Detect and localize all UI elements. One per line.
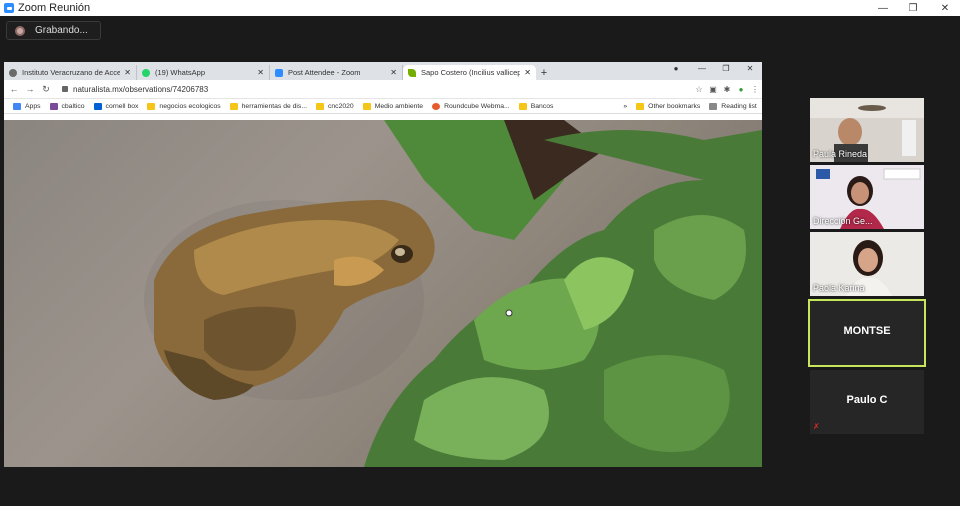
participant-name: Paulo C	[846, 394, 888, 406]
bookmark-label: Roundcube Webma...	[444, 102, 510, 110]
folder-icon	[362, 102, 371, 110]
folder-icon	[229, 102, 238, 110]
reading-list-icon	[709, 102, 718, 110]
tab-title: Sapo Costero (Incilius valliceps)	[421, 68, 521, 77]
close-tab-icon[interactable]: ✕	[257, 68, 264, 77]
tab-title: Instituto Veracruzano de Acceso	[22, 68, 121, 77]
bookmark-label: Medio ambiente	[374, 102, 424, 110]
browser-close-icon[interactable]: ✕	[740, 64, 760, 73]
roundcube-icon	[432, 102, 441, 110]
participant-tile-active-speaker[interactable]: MONTSE	[808, 299, 926, 367]
profile-icon[interactable]: ●	[734, 85, 748, 94]
more-bookmarks-icon[interactable]: »	[623, 103, 627, 110]
recording-icon	[15, 25, 25, 36]
bookmark-label: cbaltico	[61, 102, 85, 110]
address-url: naturalista.mx/observations/74206783	[73, 84, 209, 94]
close-tab-icon[interactable]: ✕	[390, 68, 397, 77]
back-icon[interactable]: ←	[8, 84, 20, 94]
participant-name: Paola Karina	[813, 283, 865, 293]
bookmark-folder[interactable]: Medio ambiente	[362, 102, 424, 110]
forward-icon[interactable]: →	[24, 84, 36, 94]
observation-photo	[4, 120, 762, 467]
participant-tile[interactable]: Dirección Ge...	[810, 165, 924, 229]
tab-title: Post Attendee - Zoom	[288, 68, 361, 77]
bookmark-item[interactable]: cornell box	[93, 102, 139, 110]
restore-button[interactable]: ❐	[898, 0, 928, 16]
recording-label: Grabando...	[35, 25, 88, 36]
bookmark-label: negocios ecologicos	[159, 102, 221, 110]
participant-name: Dirección Ge...	[813, 216, 873, 226]
bookmark-label: cornell box	[105, 102, 139, 110]
browser-tab[interactable]: (19) WhatsApp ✕	[137, 65, 270, 80]
folder-icon	[316, 102, 324, 110]
minimize-button[interactable]: —	[868, 0, 898, 16]
other-bookmarks[interactable]: Other bookmarks	[636, 102, 701, 110]
new-tab-button[interactable]: +	[536, 65, 552, 80]
browser-tabstrip: Instituto Veracruzano de Acceso ✕ (19) W…	[4, 62, 762, 80]
bookmark-folder[interactable]: herramientas de dis...	[229, 102, 307, 110]
participant-tile[interactable]: Paola Karina	[810, 232, 924, 296]
close-tab-icon[interactable]: ✕	[524, 68, 531, 77]
folder-icon	[518, 102, 527, 110]
globe-icon	[9, 68, 17, 77]
toad-photo-illustration	[144, 120, 762, 467]
browser-tab[interactable]: Post Attendee - Zoom ✕	[270, 65, 403, 80]
browser-toolbar: ← → ↻ naturalista.mx/observations/742067…	[4, 80, 762, 99]
bookmark-label: cnc2020	[328, 102, 354, 110]
star-icon[interactable]: ☆	[692, 85, 706, 94]
bookmark-item[interactable]: cbaltico	[49, 102, 85, 110]
participant-name: MONTSE	[843, 325, 891, 337]
window-title: Zoom Reunión	[18, 2, 91, 14]
participant-name: Paula Rineda	[813, 149, 868, 159]
browser-minimize-icon[interactable]: —	[692, 64, 712, 73]
bookmark-item[interactable]: Roundcube Webma...	[432, 102, 510, 110]
mic-muted-icon: ✗	[813, 422, 820, 431]
tab-search-icon[interactable]: ●	[666, 64, 686, 73]
bookmark-label: Apps	[25, 102, 41, 110]
bookmark-label: Reading list	[721, 102, 757, 110]
box-icon	[93, 102, 102, 110]
zoom-logo-icon	[4, 3, 14, 13]
participant-tile[interactable]: Paula Rineda	[810, 98, 924, 162]
browser-restore-icon[interactable]: ❐	[716, 64, 736, 73]
browser-tab-active[interactable]: Sapo Costero (Incilius valliceps) ✕	[403, 65, 536, 80]
zoom-icon	[275, 68, 283, 77]
close-tab-icon[interactable]: ✕	[124, 68, 131, 77]
whatsapp-icon	[142, 68, 150, 77]
lock-icon	[62, 86, 68, 92]
bookmark-folder[interactable]: cnc2020	[316, 102, 354, 110]
participant-tile[interactable]: Paulo C ✗	[810, 370, 924, 434]
puzzle-icon[interactable]: ✱	[720, 85, 734, 94]
menu-icon[interactable]: ⋮	[748, 85, 762, 94]
browser-tab[interactable]: Instituto Veracruzano de Acceso ✕	[4, 65, 137, 80]
zoom-titlebar: Zoom Reunión — ❐ ✕	[0, 0, 960, 16]
bookmark-folder[interactable]: negocios ecologicos	[147, 102, 221, 110]
reload-icon[interactable]: ↻	[40, 84, 52, 95]
folder-icon	[147, 102, 156, 110]
bookmarks-bar: Apps cbaltico cornell box negocios ecolo…	[4, 99, 762, 114]
bookmark-apps[interactable]: Apps	[13, 102, 41, 110]
reading-list[interactable]: Reading list	[709, 102, 757, 110]
recording-indicator[interactable]: Grabando...	[6, 21, 101, 40]
bookmark-label: Other bookmarks	[648, 102, 701, 110]
bookmark-folder[interactable]: Bancos	[518, 102, 554, 110]
folder-icon	[636, 102, 645, 110]
close-button[interactable]: ✕	[930, 0, 960, 16]
bookmark-label: herramientas de dis...	[241, 102, 307, 110]
shared-screen: Instituto Veracruzano de Acceso ✕ (19) W…	[4, 62, 762, 467]
tab-title: (19) WhatsApp	[155, 68, 206, 77]
address-bar[interactable]: naturalista.mx/observations/74206783	[62, 85, 692, 94]
apps-icon	[13, 102, 21, 110]
bookmark-label: Bancos	[530, 102, 554, 110]
extension-icon[interactable]: ▣	[706, 85, 720, 94]
bookmark-icon	[49, 102, 58, 110]
leaf-icon	[408, 68, 416, 77]
